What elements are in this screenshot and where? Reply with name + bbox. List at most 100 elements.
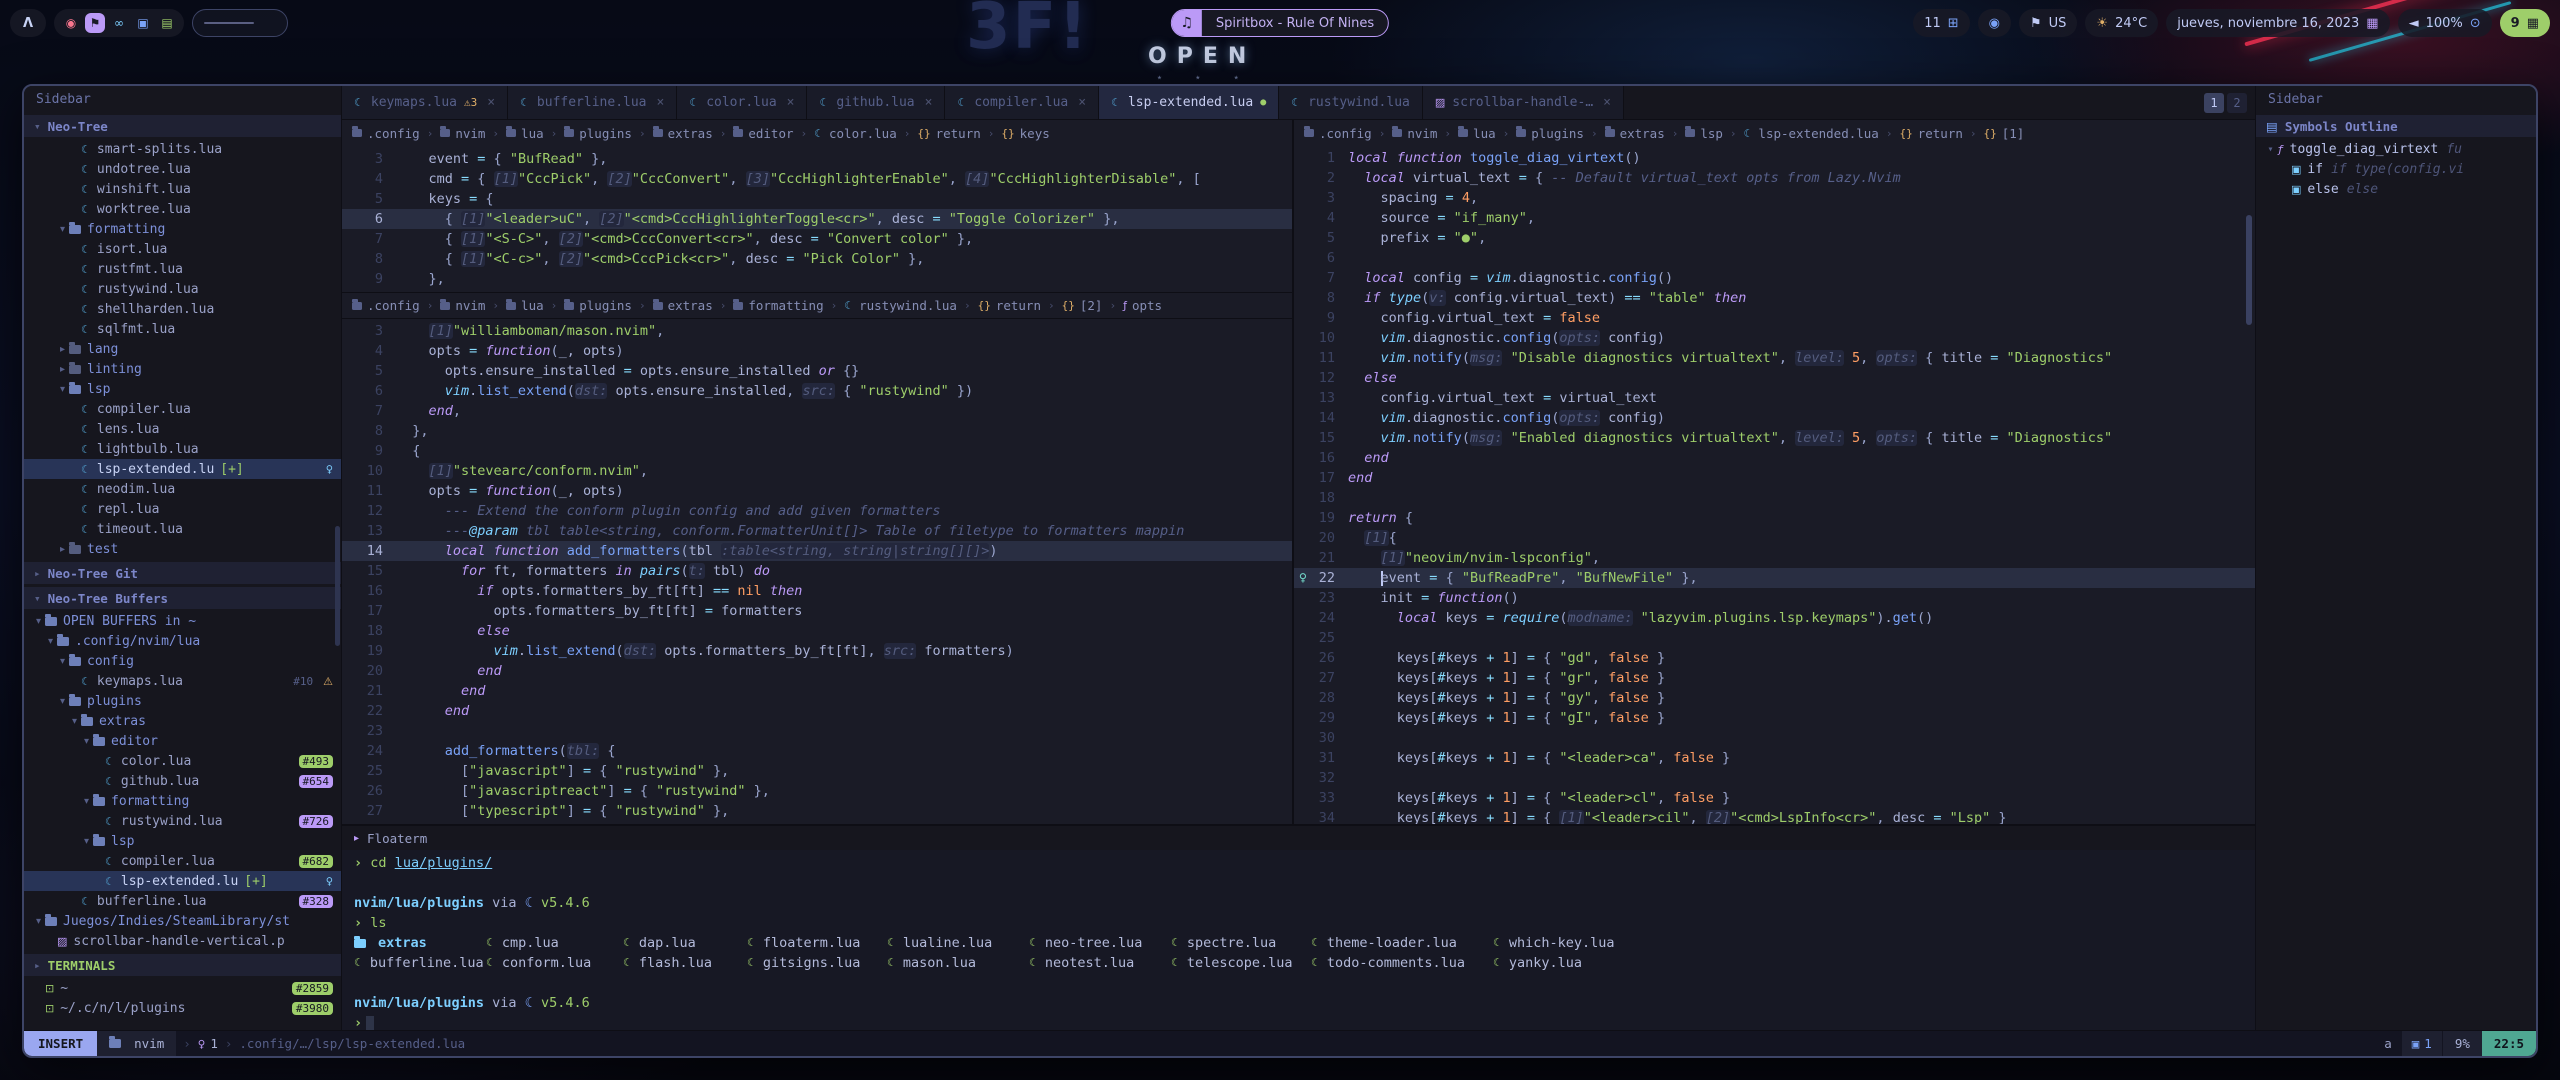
code-line[interactable]: 5 opts.ensure_installed = opts.ensure_in… (342, 361, 1292, 381)
tab-github-lua[interactable]: ☾github.lua× (807, 86, 945, 119)
code-line[interactable]: 7 local config = vim.diagnostic.config() (1294, 268, 2255, 288)
breadcrumb-item[interactable]: extras (653, 126, 713, 141)
launcher-button[interactable]: Λ (10, 9, 46, 37)
tree-item[interactable]: ▾OPEN BUFFERS in ~ (24, 611, 341, 631)
code-line[interactable]: 10 vim.diagnostic.config(opts: config) (1294, 328, 2255, 348)
breadcrumb-item[interactable]: {}[1] (1984, 126, 2025, 141)
tab-lsp-extended-lua[interactable]: ☾lsp-extended.lua● (1099, 86, 1279, 119)
section-header-neo-tree[interactable]: ▾Neo-Tree (24, 115, 341, 137)
tree-item[interactable]: ⊡~/.c/n/l/plugins#3980 (24, 998, 341, 1018)
tree-item[interactable]: ☾smart-splits.lua (24, 139, 341, 159)
tree-item[interactable]: ▾formatting (24, 219, 341, 239)
workspace-3-button[interactable]: ∞ (109, 13, 129, 33)
breadcrumb-item[interactable]: extras (1605, 126, 1665, 141)
tree-item[interactable]: ☾compiler.lua (24, 399, 341, 419)
window-title-module[interactable] (192, 9, 288, 37)
code-line[interactable]: 34 keys[#keys + 1] = { [1]"<leader>cil",… (1294, 808, 2255, 824)
code-line[interactable]: 17end (1294, 468, 2255, 488)
close-tab-icon[interactable]: × (1078, 95, 1086, 110)
code-line[interactable]: 32 (1294, 768, 2255, 788)
tabpage-1[interactable]: 1 (2204, 93, 2224, 113)
code-line[interactable]: 8 }, (342, 421, 1292, 441)
code-line[interactable]: 3 [1]"williamboman/mason.nvim", (342, 321, 1292, 341)
tree-item[interactable]: ▾formatting (24, 791, 341, 811)
code-line[interactable]: 15 for ft, formatters in pairs(t: tbl) d… (342, 561, 1292, 581)
close-tab-icon[interactable]: × (487, 95, 495, 110)
code-line[interactable]: 6 { [1]"<leader>uC", [2]"<cmd>CccHighlig… (342, 209, 1292, 229)
code-line[interactable]: 10 [1]"stevearc/conform.nvim", (342, 461, 1292, 481)
breadcrumb-item[interactable]: plugins (564, 126, 632, 141)
code-line[interactable]: 22 end (342, 701, 1292, 721)
tree-item[interactable]: ☾winshift.lua (24, 179, 341, 199)
tree-item[interactable]: ▾lsp (24, 379, 341, 399)
tree-item[interactable]: ☾undotree.lua (24, 159, 341, 179)
code-line[interactable]: 14 vim.diagnostic.config(opts: config) (1294, 408, 2255, 428)
code-line[interactable]: 3 spacing = 4, (1294, 188, 2255, 208)
tree-item[interactable]: ☾neodim.lua (24, 479, 341, 499)
tab-bufferline-lua[interactable]: ☾bufferline.lua× (508, 86, 677, 119)
tree-item[interactable]: ☾rustywind.lua (24, 279, 341, 299)
breadcrumb-item[interactable]: {}return (978, 298, 1041, 313)
code-line[interactable]: 16 if opts.formatters_by_ft[ft] == nil t… (342, 581, 1292, 601)
tree-item[interactable]: ☾repl.lua (24, 499, 341, 519)
workspace-1-button[interactable]: ◉ (61, 13, 81, 33)
code-line[interactable]: 21 [1]"neovim/nvim-lspconfig", (1294, 548, 2255, 568)
tree-item[interactable]: ▨scrollbar-handle-vertical.p (24, 931, 341, 951)
tree-item[interactable]: ▾Juegos/Indies/SteamLibrary/st (24, 911, 341, 931)
volume-module[interactable]: ◄100%⊙ (2398, 9, 2492, 37)
code-line[interactable]: 9 }, (342, 269, 1292, 289)
breadcrumb-item[interactable]: {}return (1899, 126, 1962, 141)
code-line[interactable]: 20 end (342, 661, 1292, 681)
tree-item[interactable]: ▾plugins (24, 691, 341, 711)
tab-color-lua[interactable]: ☾color.lua× (677, 86, 807, 119)
code-line[interactable]: 33 keys[#keys + 1] = { "<leader>cl", fal… (1294, 788, 2255, 808)
code-line[interactable]: 2 local virtual_text = { -- Default virt… (1294, 168, 2255, 188)
code-line[interactable]: 16 end (1294, 448, 2255, 468)
breadcrumb-item[interactable]: ☾rustywind.lua (844, 298, 957, 313)
tabpage-2[interactable]: 2 (2227, 93, 2247, 113)
code-line[interactable]: 27 ["typescript"] = { "rustywind" }, (342, 801, 1292, 821)
code-line[interactable]: 18 (1294, 488, 2255, 508)
close-tab-icon[interactable]: × (787, 95, 795, 110)
date-module[interactable]: jueves, noviembre 16, 2023▦ (2166, 9, 2389, 37)
code-line[interactable]: 3 event = { "BufRead" }, (342, 149, 1292, 169)
close-tab-icon[interactable]: × (925, 95, 933, 110)
code-line[interactable]: 18 else (342, 621, 1292, 641)
breadcrumb-item[interactable]: ƒopts (1123, 298, 1162, 313)
cwd-segment[interactable]: nvim (97, 1031, 176, 1056)
tree-item[interactable]: ▾.config/nvim/lua (24, 631, 341, 651)
code-line[interactable]: 26 ["javascriptreact"] = { "rustywind" }… (342, 781, 1292, 801)
breadcrumb-item[interactable]: .config (352, 298, 420, 313)
code-line[interactable]: 24 add_formatters(tbl: { (342, 741, 1292, 761)
code-line[interactable]: 29 keys[#keys + 1] = { "gI", false } (1294, 708, 2255, 728)
tab-rustywind-lua[interactable]: ☾rustywind.lua (1279, 86, 1423, 119)
code-line[interactable]: 1local function toggle_diag_virtext() (1294, 148, 2255, 168)
tab-keymaps-lua[interactable]: ☾keymaps.lua⚠3× (342, 86, 508, 119)
breadcrumb-item[interactable]: ☾color.lua (814, 126, 897, 141)
color-picker-module[interactable]: ◉ (1978, 9, 2011, 37)
code-line[interactable]: 13 ---@param tbl table<string, conform.F… (342, 521, 1292, 541)
section-header-neo-tree-buffers[interactable]: ▾Neo-Tree Buffers (24, 587, 341, 609)
keyboard-layout-module[interactable]: ⚑US (2019, 9, 2077, 37)
breadcrumb-item[interactable]: {}return (917, 126, 980, 141)
breadcrumb-item[interactable]: .config (1304, 126, 1372, 141)
outline-item[interactable]: ▣elseelse (2256, 179, 2536, 199)
code-line[interactable]: 11 opts = function(_, opts) (342, 481, 1292, 501)
section-header-terminals[interactable]: ▸TERMINALS (24, 954, 341, 976)
code-line[interactable]: 7 end, (342, 401, 1292, 421)
tab-compiler-lua[interactable]: ☾compiler.lua× (945, 86, 1099, 119)
tree-item[interactable]: ☾color.lua#493 (24, 751, 341, 771)
code-line[interactable]: 30 (1294, 728, 2255, 748)
close-tab-icon[interactable]: × (657, 95, 665, 110)
code-line[interactable]: 4 cmd = { [1]"CccPick", [2]"CccConvert",… (342, 169, 1292, 189)
code-line[interactable]: 31 keys[#keys + 1] = { "<leader>ca", fal… (1294, 748, 2255, 768)
tree-item[interactable]: ▾editor (24, 731, 341, 751)
breadcrumb-item[interactable]: lua (506, 298, 544, 313)
code-line[interactable]: 25 ["javascript"] = { "rustywind" }, (342, 761, 1292, 781)
tree-item[interactable]: ▸lang (24, 339, 341, 359)
code-line[interactable]: 13 config.virtual_text = virtual_text (1294, 388, 2255, 408)
editor-lsp-extended-lua[interactable]: 1local function toggle_diag_virtext()2 l… (1294, 146, 2255, 824)
code-line[interactable]: 24 local keys = require(modname: "lazyvi… (1294, 608, 2255, 628)
section-header-neo-tree-git[interactable]: ▸Neo-Tree Git (24, 562, 341, 584)
editor-rustywind-lua[interactable]: 3 [1]"williamboman/mason.nvim",4 opts = … (342, 318, 1292, 824)
